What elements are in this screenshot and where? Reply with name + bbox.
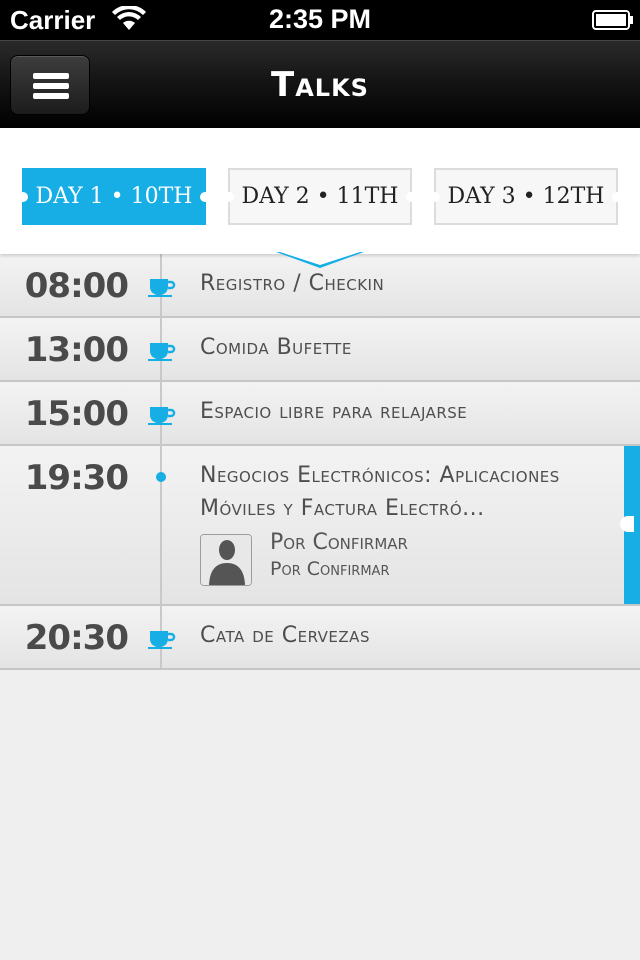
row-title-line2: Móviles y Factura Electró...: [200, 496, 485, 521]
row-title: Comida Bufette: [200, 335, 352, 360]
coffee-cup-icon: [148, 631, 176, 649]
page-title: Talks: [271, 65, 369, 105]
row-title: Cata de Cervezas: [200, 623, 370, 648]
schedule-row[interactable]: 13:00 Comida Bufette: [0, 318, 640, 382]
row-title: Espacio libre para relajarse: [200, 399, 468, 424]
tab-day-1[interactable]: DAY 1 • 10TH: [18, 168, 210, 225]
speaker-org: Por Confirmar: [270, 558, 390, 580]
clock: 2:35 PM: [268, 4, 372, 34]
row-time: 15:00: [24, 394, 129, 434]
coffee-cup-icon: [148, 279, 176, 297]
coffee-cup-icon: [148, 407, 176, 425]
navigation-bar: Talks: [0, 40, 640, 128]
coffee-cup-icon: [148, 343, 176, 361]
tab-day-3[interactable]: DAY 3 • 12TH: [430, 168, 622, 225]
row-title-line1: Negocios Electrónicos: Aplicaciones: [200, 463, 560, 488]
row-time: 08:00: [24, 266, 129, 306]
tab-label: DAY 3 • 12TH: [447, 184, 605, 209]
battery-icon: [592, 10, 633, 30]
schedule-row-selected[interactable]: 19:30 Negocios Electrónicos: Aplicacione…: [0, 446, 640, 606]
schedule-row[interactable]: 20:30 Cata de Cervezas: [0, 606, 640, 670]
tab-label: DAY 1 • 10TH: [35, 184, 193, 209]
speaker-avatar: [200, 534, 252, 586]
schedule-list: 08:00 Registro / Checkin 13:00 Comida Bu…: [0, 254, 640, 670]
row-time: 13:00: [24, 330, 129, 370]
row-title: Registro / Checkin: [200, 271, 385, 296]
menu-button[interactable]: [10, 55, 90, 115]
status-bar: Carrier 2:35 PM: [0, 0, 640, 40]
speaker-name: Por Confirmar: [270, 530, 408, 555]
person-silhouette-icon: [201, 535, 251, 585]
timeline-dot-icon: [156, 472, 166, 482]
row-time: 19:30: [24, 458, 129, 498]
schedule-row[interactable]: 15:00 Espacio libre para relajarse: [0, 382, 640, 446]
selection-indicator: [620, 446, 640, 604]
timeline-line: [160, 254, 162, 668]
tab-day-2[interactable]: DAY 2 • 11TH: [224, 168, 416, 225]
row-time: 20:30: [24, 618, 129, 658]
day-tabs: DAY 1 • 10TH DAY 2 • 11TH DAY 3 • 12TH: [0, 128, 640, 268]
tab-label: DAY 2 • 11TH: [241, 184, 399, 209]
